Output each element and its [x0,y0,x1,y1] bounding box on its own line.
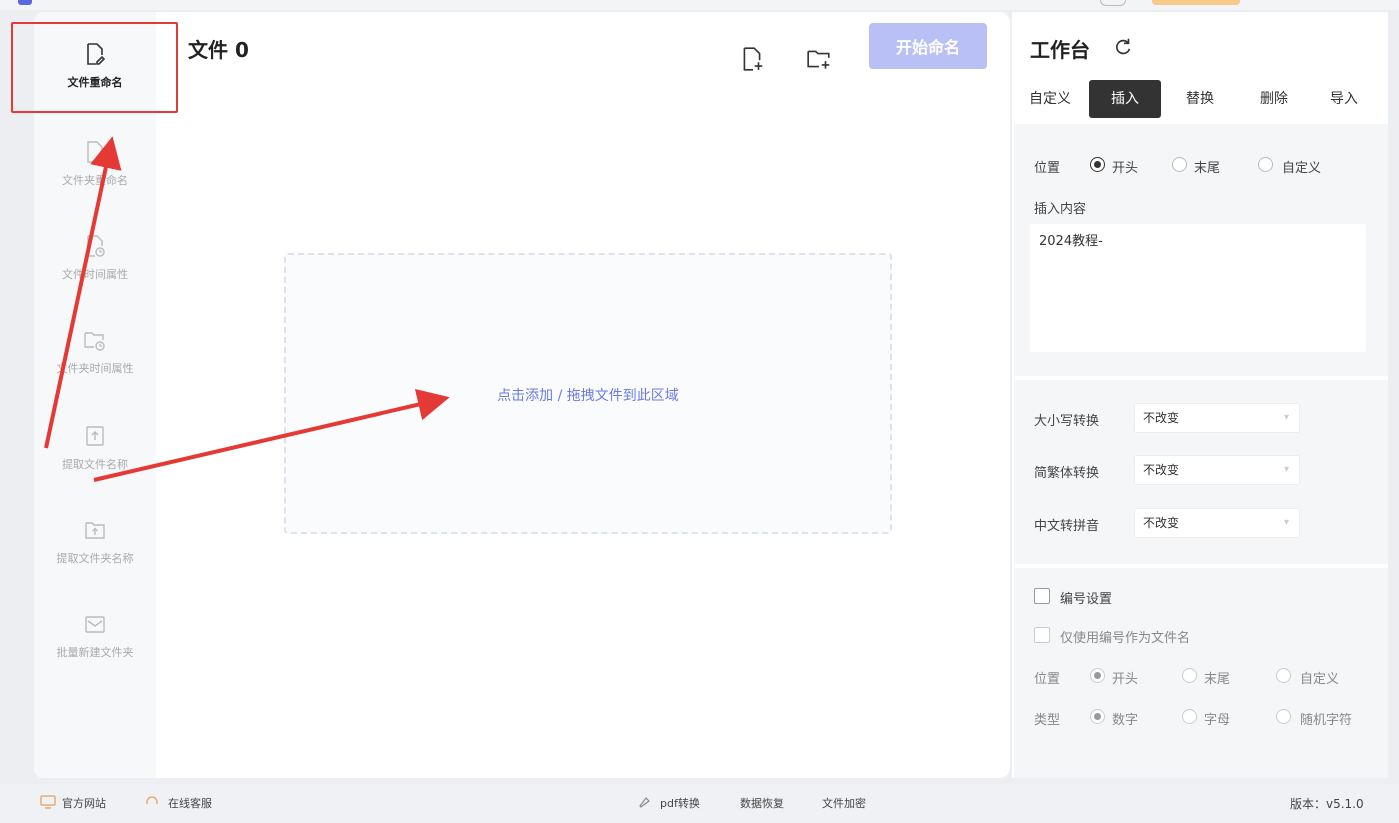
add-file-icon[interactable] [739,46,765,72]
workbench-title: 工作台 [1030,38,1090,62]
sidebar-item-extract-folder[interactable]: 提取文件夹名称 [34,518,156,594]
folder-new-icon [85,616,105,633]
monitor-icon [40,795,56,809]
chevron-down-icon: ▾ [1283,464,1289,475]
file-icon [87,141,103,163]
only-number-label: 仅使用编号作为文件名 [1060,631,1191,646]
type-radio-number[interactable] [1090,709,1105,724]
position-radio-start[interactable] [1090,157,1105,172]
page-title: 文件 0 [188,38,249,62]
type-option-label: 随机字符 [1300,713,1353,728]
sidebar-item-label: 文件夹重命名 [62,174,128,187]
trad-label: 简繁体转换 [1034,466,1100,481]
case-select-value: 不改变 [1143,411,1180,425]
folder-upload-icon [85,522,105,539]
numbering-label: 编号设置 [1060,592,1113,607]
chevron-down-icon: ▾ [1283,517,1289,528]
pinyin-select[interactable]: 不改变 ▾ [1134,508,1300,538]
num-position-radio-start[interactable] [1090,668,1105,683]
trad-select-value: 不改变 [1143,463,1180,477]
sidebar-item-batch-folder[interactable]: 批量新建文件夹 [34,612,156,688]
position-label: 位置 [1034,161,1061,176]
encrypt-link[interactable]: 文件加密 [822,795,866,811]
only-number-checkbox[interactable] [1034,627,1050,643]
drop-zone-text[interactable]: 点击添加 / 拖拽文件到此区域 [286,385,890,405]
tab-replace[interactable]: 替换 [1170,80,1230,118]
sidebar-item-file-time[interactable]: 文件时间属性 [34,234,156,310]
user-icon[interactable] [1100,0,1126,6]
tab-import[interactable]: 导入 [1314,80,1374,118]
case-select[interactable]: 不改变 ▾ [1134,403,1300,433]
refresh-icon[interactable] [1112,36,1134,58]
pinyin-label: 中文转拼音 [1034,519,1100,534]
drop-zone[interactable]: 点击添加 / 拖拽文件到此区域 [284,253,892,534]
pdf-link[interactable]: pdf转换 [660,795,700,811]
tab-delete[interactable]: 删除 [1244,80,1304,118]
insert-content-input[interactable]: 2024教程- [1030,224,1366,352]
insert-content-label: 插入内容 [1034,202,1087,217]
type-option-label: 字母 [1204,713,1231,728]
recovery-link[interactable]: 数据恢复 [740,795,784,811]
sidebar-item-label: 文件夹时间属性 [56,362,134,375]
position-option-label: 末尾 [1194,161,1221,176]
sidebar-item-extract-file[interactable]: 提取文件名称 [34,424,156,500]
num-position-option-label: 自定义 [1300,672,1340,687]
workbench-panel: 工作台 自定义 插入 替换 删除 导入 位置 开头 末尾 自定义 插入内容 20… [1012,12,1388,778]
sidebar-item-label: 提取文件名称 [62,458,128,471]
numbering-checkbox[interactable] [1034,588,1050,604]
position-option-label: 开头 [1112,161,1139,176]
position-option-label: 自定义 [1282,161,1322,176]
type-option-label: 数字 [1112,713,1139,728]
top-strip [0,0,1399,10]
website-link[interactable]: 官方网站 [62,795,106,811]
workbench-tabs: 自定义 插入 替换 删除 导入 [1012,76,1388,120]
sidebar-item-label: 文件重命名 [67,76,123,89]
num-position-option-label: 末尾 [1204,672,1231,687]
file-clock-icon [87,235,105,257]
headset-icon [146,796,158,804]
sidebar-item-label: 批量新建文件夹 [56,646,134,659]
sidebar-item-folder-time[interactable]: 文件夹时间属性 [34,328,156,404]
sidebar-item-folder-rename[interactable]: 文件夹重命名 [34,140,156,216]
start-rename-button[interactable]: 开始命名 [869,23,987,69]
position-radio-custom[interactable] [1258,157,1273,172]
num-position-radio-custom[interactable] [1276,668,1291,683]
pdf-icon [639,797,650,808]
type-label: 类型 [1034,713,1061,728]
sidebar-item-label: 文件时间属性 [62,268,128,281]
trad-select[interactable]: 不改变 ▾ [1134,455,1300,485]
num-position-label: 位置 [1034,672,1061,687]
support-link[interactable]: 在线客服 [168,795,212,811]
num-position-radio-end[interactable] [1182,668,1197,683]
position-radio-end[interactable] [1172,157,1187,172]
type-radio-random[interactable] [1276,709,1291,724]
footer: 官方网站 在线客服 pdf转换 数据恢复 文件加密 版本：v5.1.0 [0,784,1399,823]
folder-clock-icon [84,332,105,351]
case-label: 大小写转换 [1034,414,1100,429]
app-logo [18,0,32,5]
num-position-option-label: 开头 [1112,672,1139,687]
vip-badge[interactable] [1152,0,1240,5]
file-upload-icon [86,426,104,446]
add-folder-icon[interactable] [806,46,832,72]
main-card: 文件重命名 文件夹重命名 文件时间属性 文件夹时间属性 提取文件名称 提取文件夹… [34,12,1010,778]
sidebar-item-label: 提取文件夹名称 [56,552,134,565]
pinyin-select-value: 不改变 [1143,516,1180,530]
chevron-down-icon: ▾ [1283,412,1289,423]
type-radio-letter[interactable] [1182,709,1197,724]
tab-insert[interactable]: 插入 [1089,80,1161,118]
tab-custom[interactable]: 自定义 [1020,80,1080,118]
version-label: 版本：v5.1.0 [1290,797,1364,811]
file-edit-icon [87,43,106,65]
sidebar: 文件重命名 文件夹重命名 文件时间属性 文件夹时间属性 提取文件名称 提取文件夹… [34,12,156,778]
sidebar-item-file-rename[interactable]: 文件重命名 [34,42,156,118]
